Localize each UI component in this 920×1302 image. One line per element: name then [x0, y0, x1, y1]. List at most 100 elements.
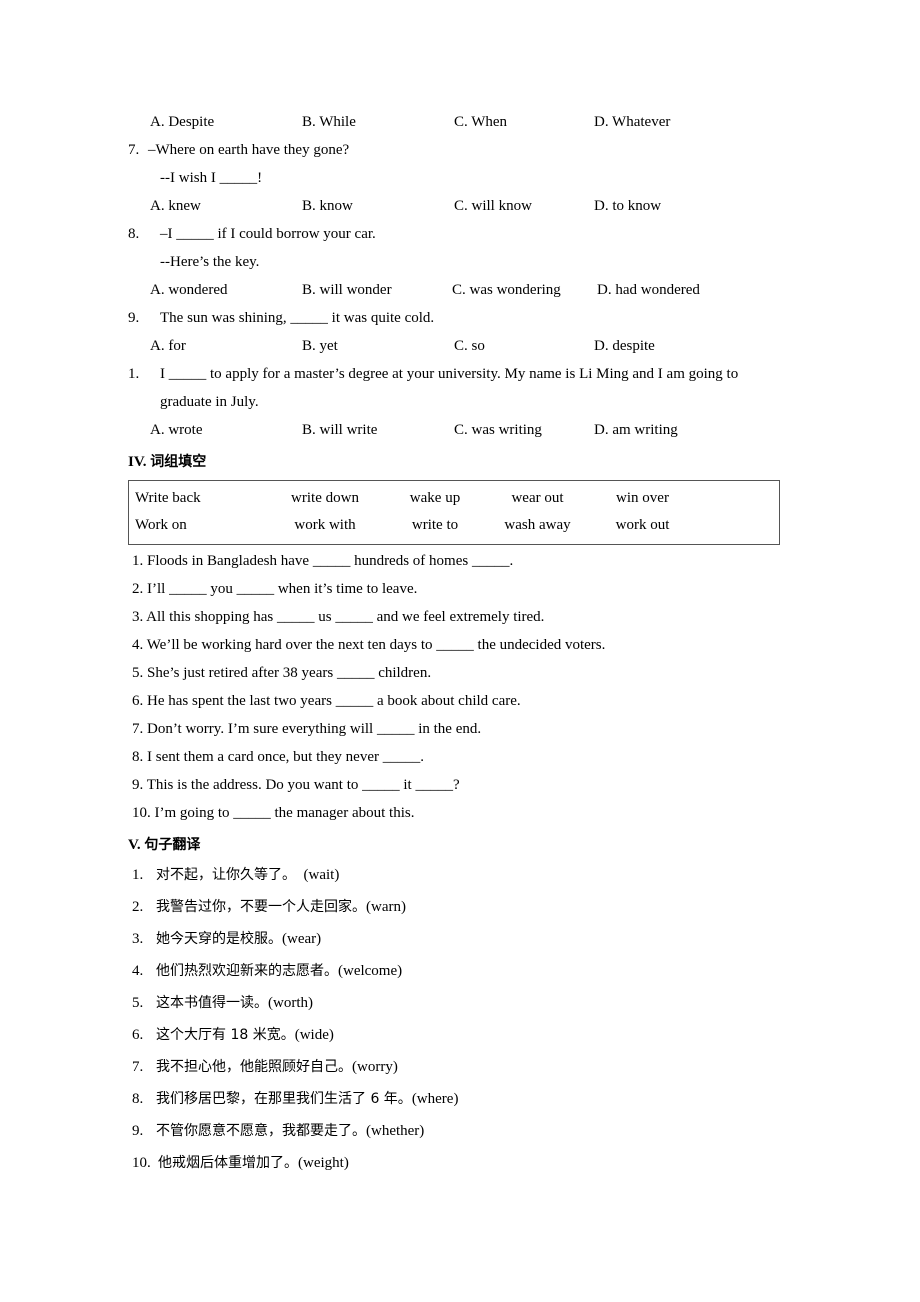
item-hint: (wear)	[282, 931, 322, 947]
word-bank-cell: work out	[615, 517, 670, 533]
word-bank-cell: wash away	[504, 517, 571, 533]
option-c: C. will know	[454, 198, 532, 214]
section-heading-phrase-fill: IV. 词组填空	[128, 448, 792, 476]
section-title: 句子翻译	[144, 837, 201, 853]
word-bank-cell: Write back	[135, 490, 201, 506]
word-bank-row-1: Write back write down wake up wear out w…	[129, 485, 779, 512]
section-numeral: V.	[128, 837, 141, 853]
option-b: B. know	[302, 198, 353, 214]
word-bank-cell: wake up	[409, 490, 461, 506]
option-c: C. was wondering	[452, 282, 561, 298]
item-body: 我不担心他，他能照顾好自己。(worry)	[156, 1051, 792, 1083]
question-text: I _____ to apply for a master’s degree a…	[160, 366, 739, 382]
option-a: A. for	[150, 338, 186, 354]
item-chinese: 他们热烈欢迎新来的志愿者。	[156, 963, 338, 979]
item-number: 4.	[132, 963, 144, 979]
item-chinese: 她今天穿的是校服。	[156, 931, 282, 947]
translation-item: 9. 不管你愿意不愿意，我都要走了。(whether)	[128, 1115, 792, 1147]
option-a: A. wrote	[150, 422, 203, 438]
question-1-stem: 1. I _____ to apply for a master’s degre…	[128, 360, 792, 388]
question-8-options: A. wondered B. will wonder C. was wonder…	[128, 276, 792, 304]
item-body: 这个大厅有 18 米宽。(wide)	[156, 1019, 792, 1051]
option-c: C. was writing	[454, 422, 542, 438]
question-7-stem: 7. –Where on earth have they gone?	[128, 136, 792, 164]
item-hint: (warn)	[366, 899, 406, 915]
translation-item: 10. 他戒烟后体重增加了。(weight)	[128, 1147, 792, 1179]
question-number: 7.	[128, 142, 140, 158]
question-7-reply: --I wish I _____!	[160, 170, 263, 186]
option-b: B. will wonder	[302, 282, 392, 298]
option-c: C. When	[454, 114, 508, 130]
item-chinese: 他戒烟后体重增加了。	[158, 1155, 298, 1171]
section-title: 词组填空	[150, 454, 207, 470]
item-number: 7.	[132, 1059, 144, 1075]
option-d: D. am writing	[594, 422, 678, 438]
item-hint: (worry)	[352, 1059, 398, 1075]
item-chinese: 不管你愿意不愿意，我都要走了。	[156, 1123, 366, 1139]
item-hint: (whether)	[366, 1123, 425, 1139]
option-d: D. despite	[594, 338, 655, 354]
item-number: 6.	[132, 1027, 144, 1043]
question-9-stem: 9. The sun was shining, _____ it was qui…	[128, 304, 792, 332]
question-1-continuation: graduate in July.	[160, 394, 259, 410]
option-b: B. While	[302, 114, 356, 130]
item-number: 8.	[132, 1091, 144, 1107]
question-number: 8.	[128, 226, 140, 242]
item-body: 我警告过你，不要一个人走回家。(warn)	[156, 891, 792, 923]
gap-fill-item: 6. He has spent the last two years _____…	[132, 693, 521, 709]
item-number: 2.	[132, 899, 144, 915]
word-bank-cell: write to	[411, 517, 459, 533]
gap-fill-item: 9. This is the address. Do you want to _…	[132, 777, 460, 793]
word-bank-cell: work with	[294, 517, 356, 533]
option-a: A. wondered	[150, 282, 228, 298]
question-text: –I _____ if I could borrow your car.	[160, 226, 376, 242]
translation-item: 4. 他们热烈欢迎新来的志愿者。(welcome)	[128, 955, 792, 987]
gap-fill-item: 1. Floods in Bangladesh have _____ hundr…	[132, 553, 514, 569]
item-body: 她今天穿的是校服。(wear)	[156, 923, 792, 955]
gap-fill-item: 4. We’ll be working hard over the next t…	[132, 637, 606, 653]
item-chinese: 我警告过你，不要一个人走回家。	[156, 899, 366, 915]
gap-fill-item: 5. She’s just retired after 38 years ___…	[132, 665, 432, 681]
item-hint: (wide)	[294, 1027, 334, 1043]
question-number: 1.	[128, 366, 140, 382]
translation-item: 7. 我不担心他，他能照顾好自己。(worry)	[128, 1051, 792, 1083]
item-chinese: 我们移居巴黎，在那里我们生活了 6 年。	[156, 1091, 412, 1107]
question-text: The sun was shining, _____ it was quite …	[160, 310, 435, 326]
item-hint: (where)	[411, 1091, 459, 1107]
item-number: 9.	[132, 1123, 144, 1139]
item-body: 不管你愿意不愿意，我都要走了。(whether)	[156, 1115, 792, 1147]
question-text: –Where on earth have they gone?	[148, 142, 350, 158]
option-a: A. Despite	[150, 114, 215, 130]
gap-fill-item: 8. I sent them a card once, but they nev…	[132, 749, 424, 765]
item-body: 他戒烟后体重增加了。(weight)	[158, 1147, 792, 1179]
gap-fill-item: 7. Don’t worry. I’m sure everything will…	[132, 721, 482, 737]
word-bank-row-2: Work on work with write to wash away wor…	[129, 512, 779, 539]
item-body: 这本书值得一读。(worth)	[156, 987, 792, 1019]
options-row-orphan: A. Despite B. While C. When D. Whatever	[128, 108, 792, 136]
word-bank-cell: write down	[291, 490, 359, 506]
item-number: 10.	[132, 1155, 151, 1171]
translation-item: 5. 这本书值得一读。(worth)	[128, 987, 792, 1019]
gap-fill-item: 3. All this shopping has _____ us _____ …	[132, 609, 545, 625]
item-hint: (wait)	[296, 867, 340, 883]
translation-item: 8. 我们移居巴黎，在那里我们生活了 6 年。(where)	[128, 1083, 792, 1115]
word-bank-cell: Work on	[135, 517, 187, 533]
word-bank-cell: win over	[616, 490, 669, 506]
option-b: B. yet	[302, 338, 338, 354]
option-b: B. will write	[302, 422, 378, 438]
option-d: D. Whatever	[594, 114, 671, 130]
item-number: 1.	[132, 867, 144, 883]
gap-fill-item: 2. I’ll _____ you _____ when it’s time t…	[132, 581, 418, 597]
item-chinese: 这本书值得一读。	[156, 995, 268, 1011]
word-bank-box: Write back write down wake up wear out w…	[128, 480, 780, 545]
question-9-options: A. for B. yet C. so D. despite	[128, 332, 792, 360]
item-body: 对不起，让你久等了。 (wait)	[156, 859, 792, 891]
gap-fill-item: 10. I’m going to _____ the manager about…	[132, 805, 415, 821]
item-body: 我们移居巴黎，在那里我们生活了 6 年。(where)	[156, 1083, 792, 1115]
option-d: D. had wondered	[597, 282, 700, 298]
question-7-options: A. knew B. know C. will know D. to know	[128, 192, 792, 220]
item-hint: (weight)	[298, 1155, 349, 1171]
item-chinese: 这个大厅有 18 米宽。	[156, 1027, 295, 1043]
question-1-options: A. wrote B. will write C. was writing D.…	[128, 416, 792, 444]
option-d: D. to know	[594, 198, 662, 214]
